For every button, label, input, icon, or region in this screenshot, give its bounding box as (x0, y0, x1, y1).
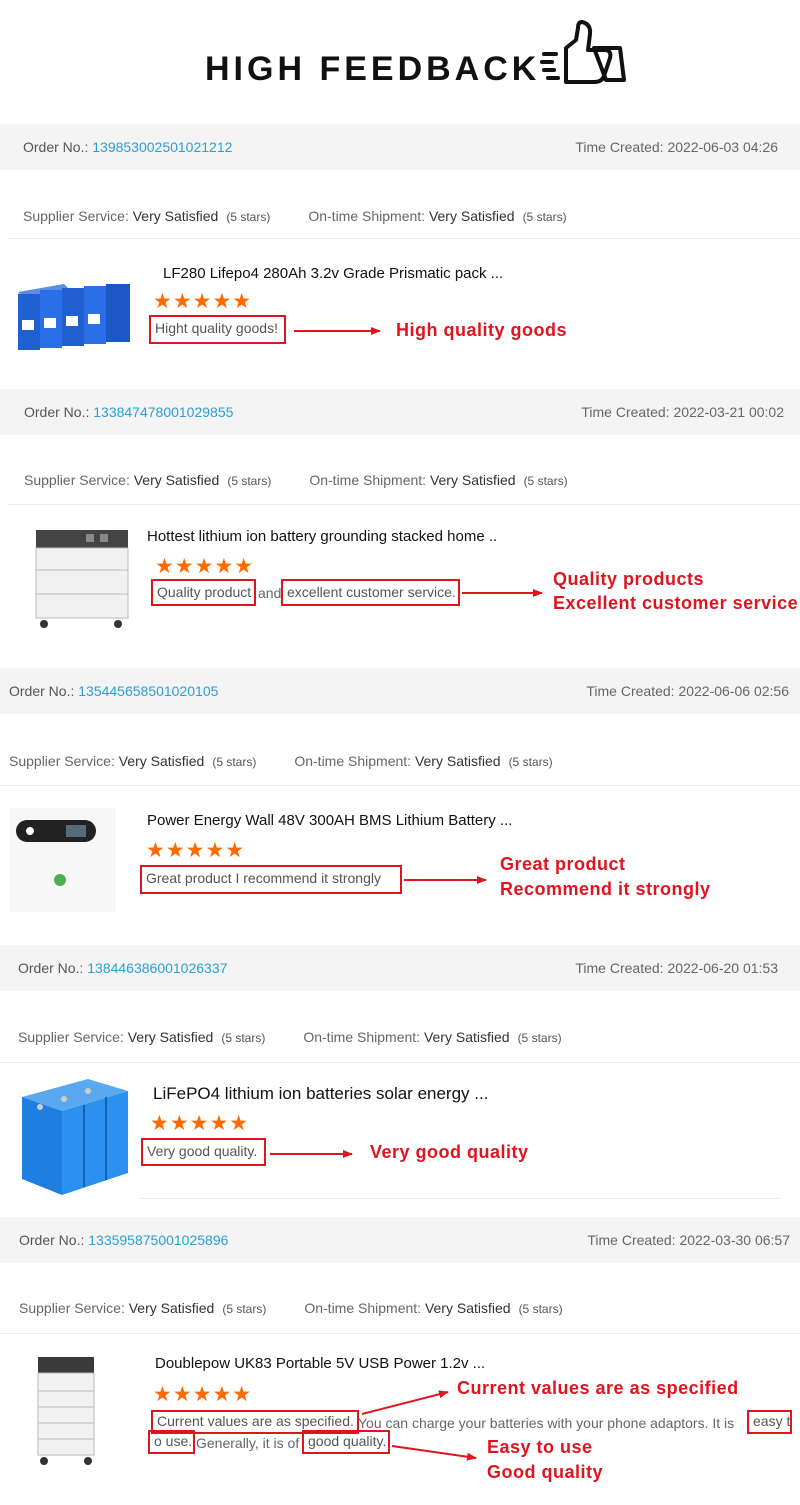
arrow (361, 1390, 449, 1415)
arrow (391, 1445, 477, 1461)
annotation-arrows (270, 327, 543, 1461)
